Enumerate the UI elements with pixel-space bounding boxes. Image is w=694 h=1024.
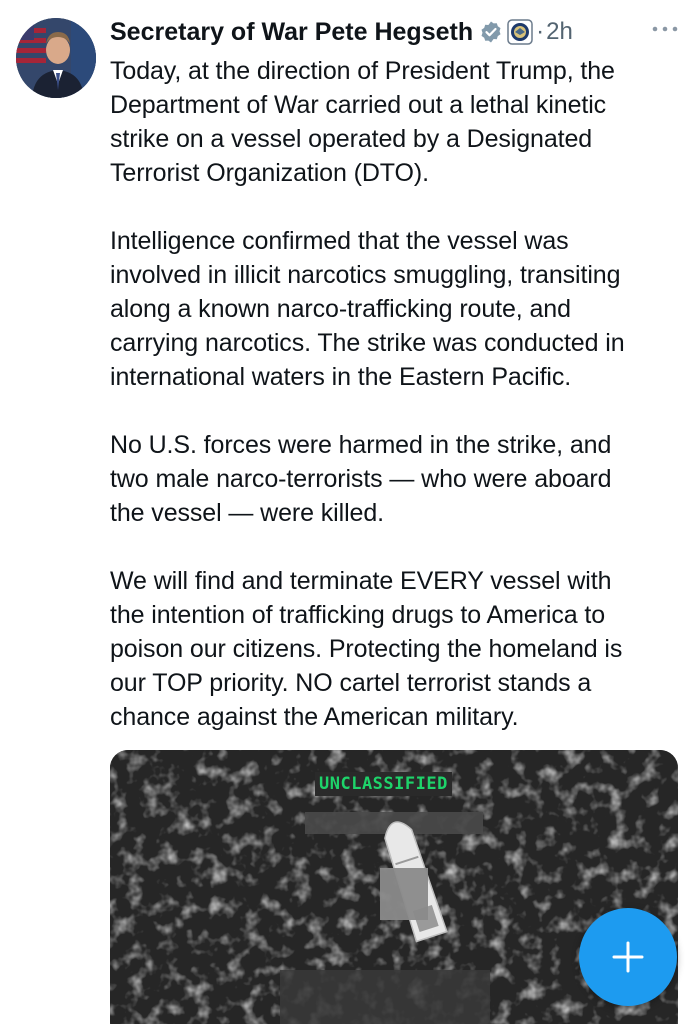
tweet-paragraph: Intelligence confirmed that the vessel w… — [110, 227, 625, 391]
tweet-text: Today, at the direction of President Tru… — [110, 54, 680, 734]
verified-badge-icon[interactable] — [479, 20, 503, 44]
tweet-paragraph: We will find and terminate EVERY vessel … — [110, 567, 623, 731]
tweet: Secretary of War Pete Hegseth · 2h Today… — [0, 0, 694, 1024]
tweet-paragraph: No U.S. forces were harmed in the strike… — [110, 431, 612, 527]
more-options-icon[interactable] — [650, 22, 680, 36]
plus-icon — [612, 941, 644, 973]
author-avatar[interactable] — [16, 18, 96, 98]
compose-post-button[interactable] — [579, 908, 677, 1006]
media-overlay-label: UNCLASSIFIED — [315, 772, 452, 796]
tweet-header: Secretary of War Pete Hegseth · 2h — [110, 10, 680, 54]
dod-seal-icon[interactable] — [507, 19, 533, 45]
header-separator: · — [536, 18, 545, 45]
tweet-content: Secretary of War Pete Hegseth · 2h Today… — [110, 10, 680, 734]
tweet-paragraph: Today, at the direction of President Tru… — [110, 57, 615, 187]
avatar-image — [16, 18, 96, 98]
author-name[interactable]: Secretary of War Pete Hegseth — [110, 18, 473, 47]
tweet-timestamp[interactable]: 2h — [546, 18, 573, 46]
